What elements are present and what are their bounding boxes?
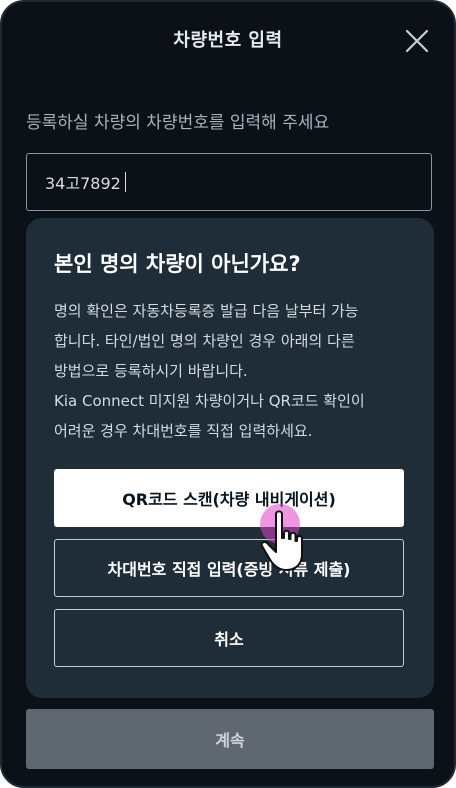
page-title: 차량번호 입력 bbox=[173, 30, 283, 51]
qr-scan-button[interactable]: QR코드 스캔(차량 내비게이션) bbox=[54, 469, 404, 527]
dialog-text-line: 명의 확인은 자동차등록증 발급 다음 날부터 가능 bbox=[54, 302, 359, 320]
dialog-text-line: 합니다. 타인/법인 명의 차량인 경우 아래의 다른 bbox=[54, 332, 355, 350]
vin-input-button[interactable]: 차대번호 직접 입력(증빙 서류 제출) bbox=[54, 539, 404, 597]
dialog-title: 본인 명의 차량이 아닌가요? bbox=[54, 252, 301, 276]
cancel-button[interactable]: 취소 bbox=[54, 609, 404, 667]
text-caret bbox=[124, 172, 127, 192]
ownership-dialog: 본인 명의 차량이 아닌가요? 명의 확인은 자동차등록증 발급 다음 날부터 … bbox=[26, 218, 434, 698]
instruction-text: 등록하실 차량의 차량번호를 입력해 주세요 bbox=[26, 113, 330, 133]
dialog-body: 명의 확인은 자동차등록증 발급 다음 날부터 가능 합니다. 타인/법인 명의… bbox=[54, 296, 414, 446]
continue-button[interactable]: 계속 bbox=[26, 709, 434, 769]
plate-number-value: 34고7892 bbox=[45, 174, 121, 193]
close-icon[interactable] bbox=[404, 28, 430, 54]
dialog-text-line: Kia Connect 미지원 차량이거나 QR코드 확인이 bbox=[54, 392, 365, 410]
app-screen: 차량번호 입력 등록하실 차량의 차량번호를 입력해 주세요 34고7892 본… bbox=[0, 0, 456, 788]
dialog-text-line: 방법으로 등록하시기 바랍니다. bbox=[54, 362, 248, 380]
plate-number-input[interactable]: 34고7892 bbox=[26, 153, 432, 211]
dialog-text-line: 어려운 경우 차대번호를 직접 입력하세요. bbox=[54, 422, 313, 440]
